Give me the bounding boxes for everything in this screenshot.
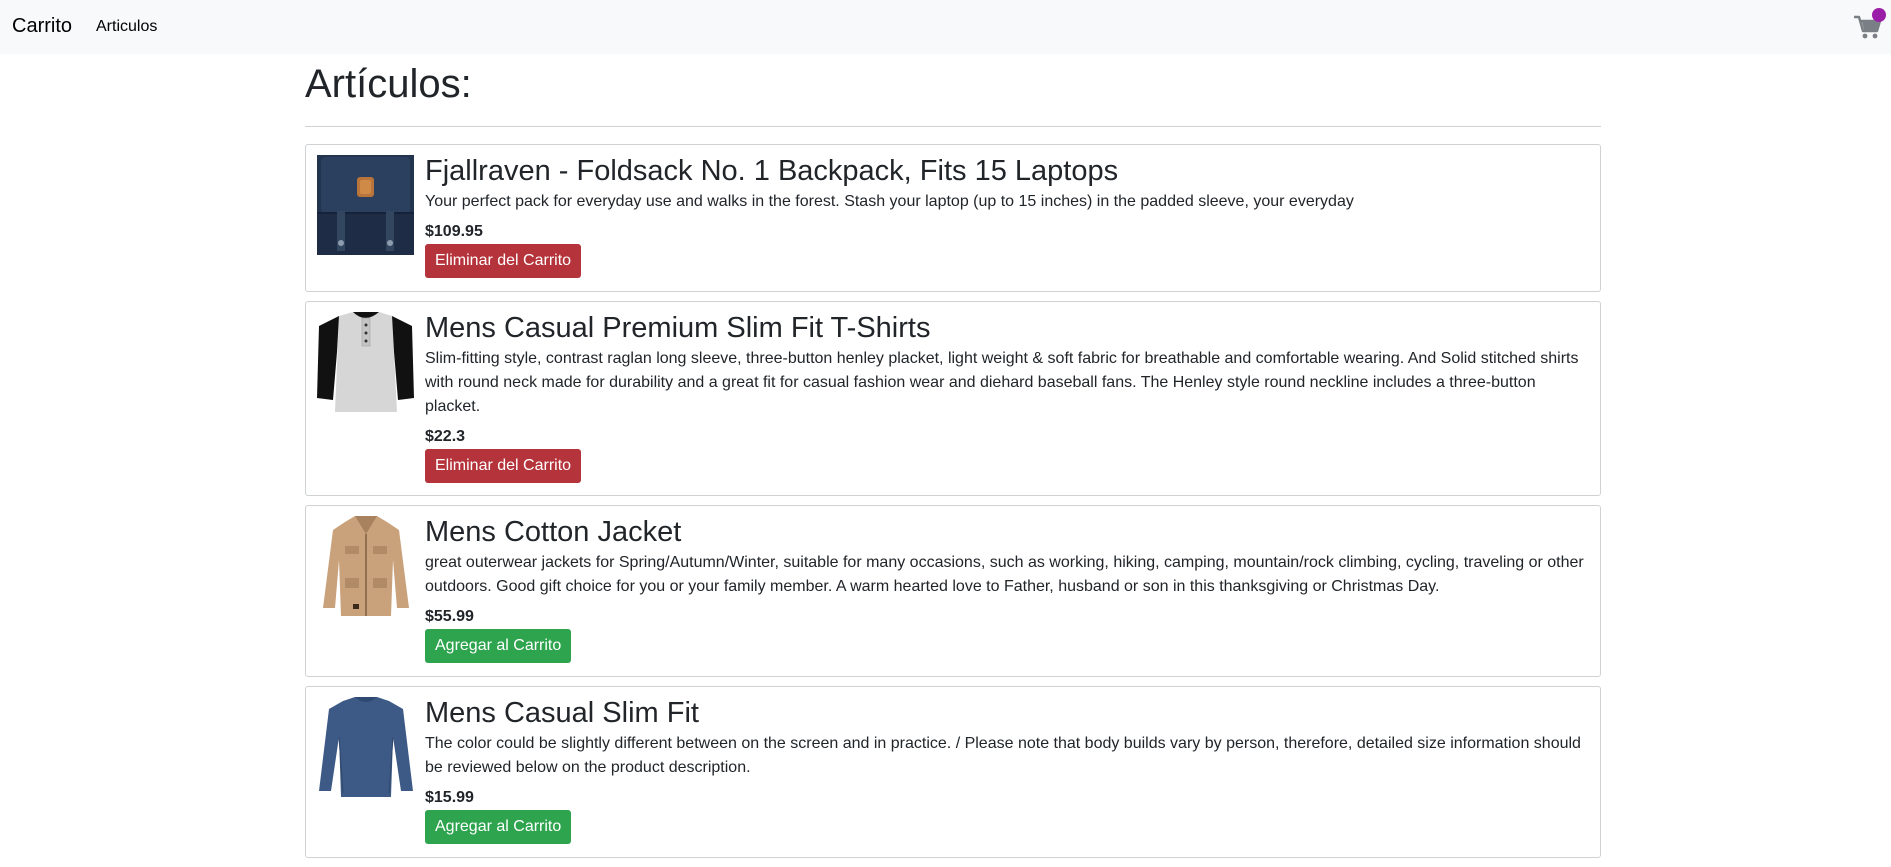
remove-from-cart-button[interactable]: Eliminar del Carrito [425,449,582,483]
cart-count-badge [1872,8,1886,22]
product-info: Fjallraven - Foldsack No. 1 Backpack, Fi… [425,155,1588,281]
product-card: Mens Cotton Jacket great outerwear jacke… [305,505,1601,677]
product-info: Mens Cotton Jacket great outerwear jacke… [425,516,1588,666]
add-to-cart-button[interactable]: Agregar al Carrito [425,629,572,663]
product-info: Mens Casual Premium Slim Fit T-Shirts Sl… [425,312,1588,485]
product-description: Your perfect pack for everyday use and w… [425,193,1354,210]
nav-link-articulos[interactable]: Articulos [96,17,157,37]
navbar: Carrito Articulos [0,0,1891,54]
tshirt-image [317,312,414,412]
product-card: Fjallraven - Foldsack No. 1 Backpack, Fi… [305,144,1601,292]
product-price: $109.95 [425,223,483,240]
add-to-cart-button[interactable]: Agregar al Carrito [425,810,572,844]
product-title: Mens Cotton Jacket [425,516,682,548]
product-title: Mens Casual Slim Fit [425,697,699,729]
product-price: $15.99 [425,789,474,806]
backpack-image [317,155,414,255]
remove-from-cart-button[interactable]: Eliminar del Carrito [425,244,582,278]
jacket-image [317,516,414,616]
product-description: The color could be slightly different be… [425,735,1581,776]
main-content: Artículos: Fjallraven - Foldsack No. 1 B… [305,54,1601,867]
product-title: Fjallraven - Foldsack No. 1 Backpack, Fi… [425,155,1119,187]
product-description: Slim-fitting style, contrast raglan long… [425,350,1579,415]
longsleeve-image [317,697,414,797]
product-price: $55.99 [425,608,474,625]
product-info: Mens Casual Slim Fit The color could be … [425,697,1588,847]
product-card: Mens Casual Premium Slim Fit T-Shirts Sl… [305,301,1601,496]
page-title: Artículos: [305,62,472,106]
product-title: Mens Casual Premium Slim Fit T-Shirts [425,312,931,344]
brand-link[interactable]: Carrito [12,14,72,38]
product-description: great outerwear jackets for Spring/Autum… [425,554,1584,595]
cart-button[interactable] [1853,8,1886,40]
product-price: $22.3 [425,428,466,445]
product-card: Mens Casual Slim Fit The color could be … [305,686,1601,858]
divider [305,126,1601,127]
